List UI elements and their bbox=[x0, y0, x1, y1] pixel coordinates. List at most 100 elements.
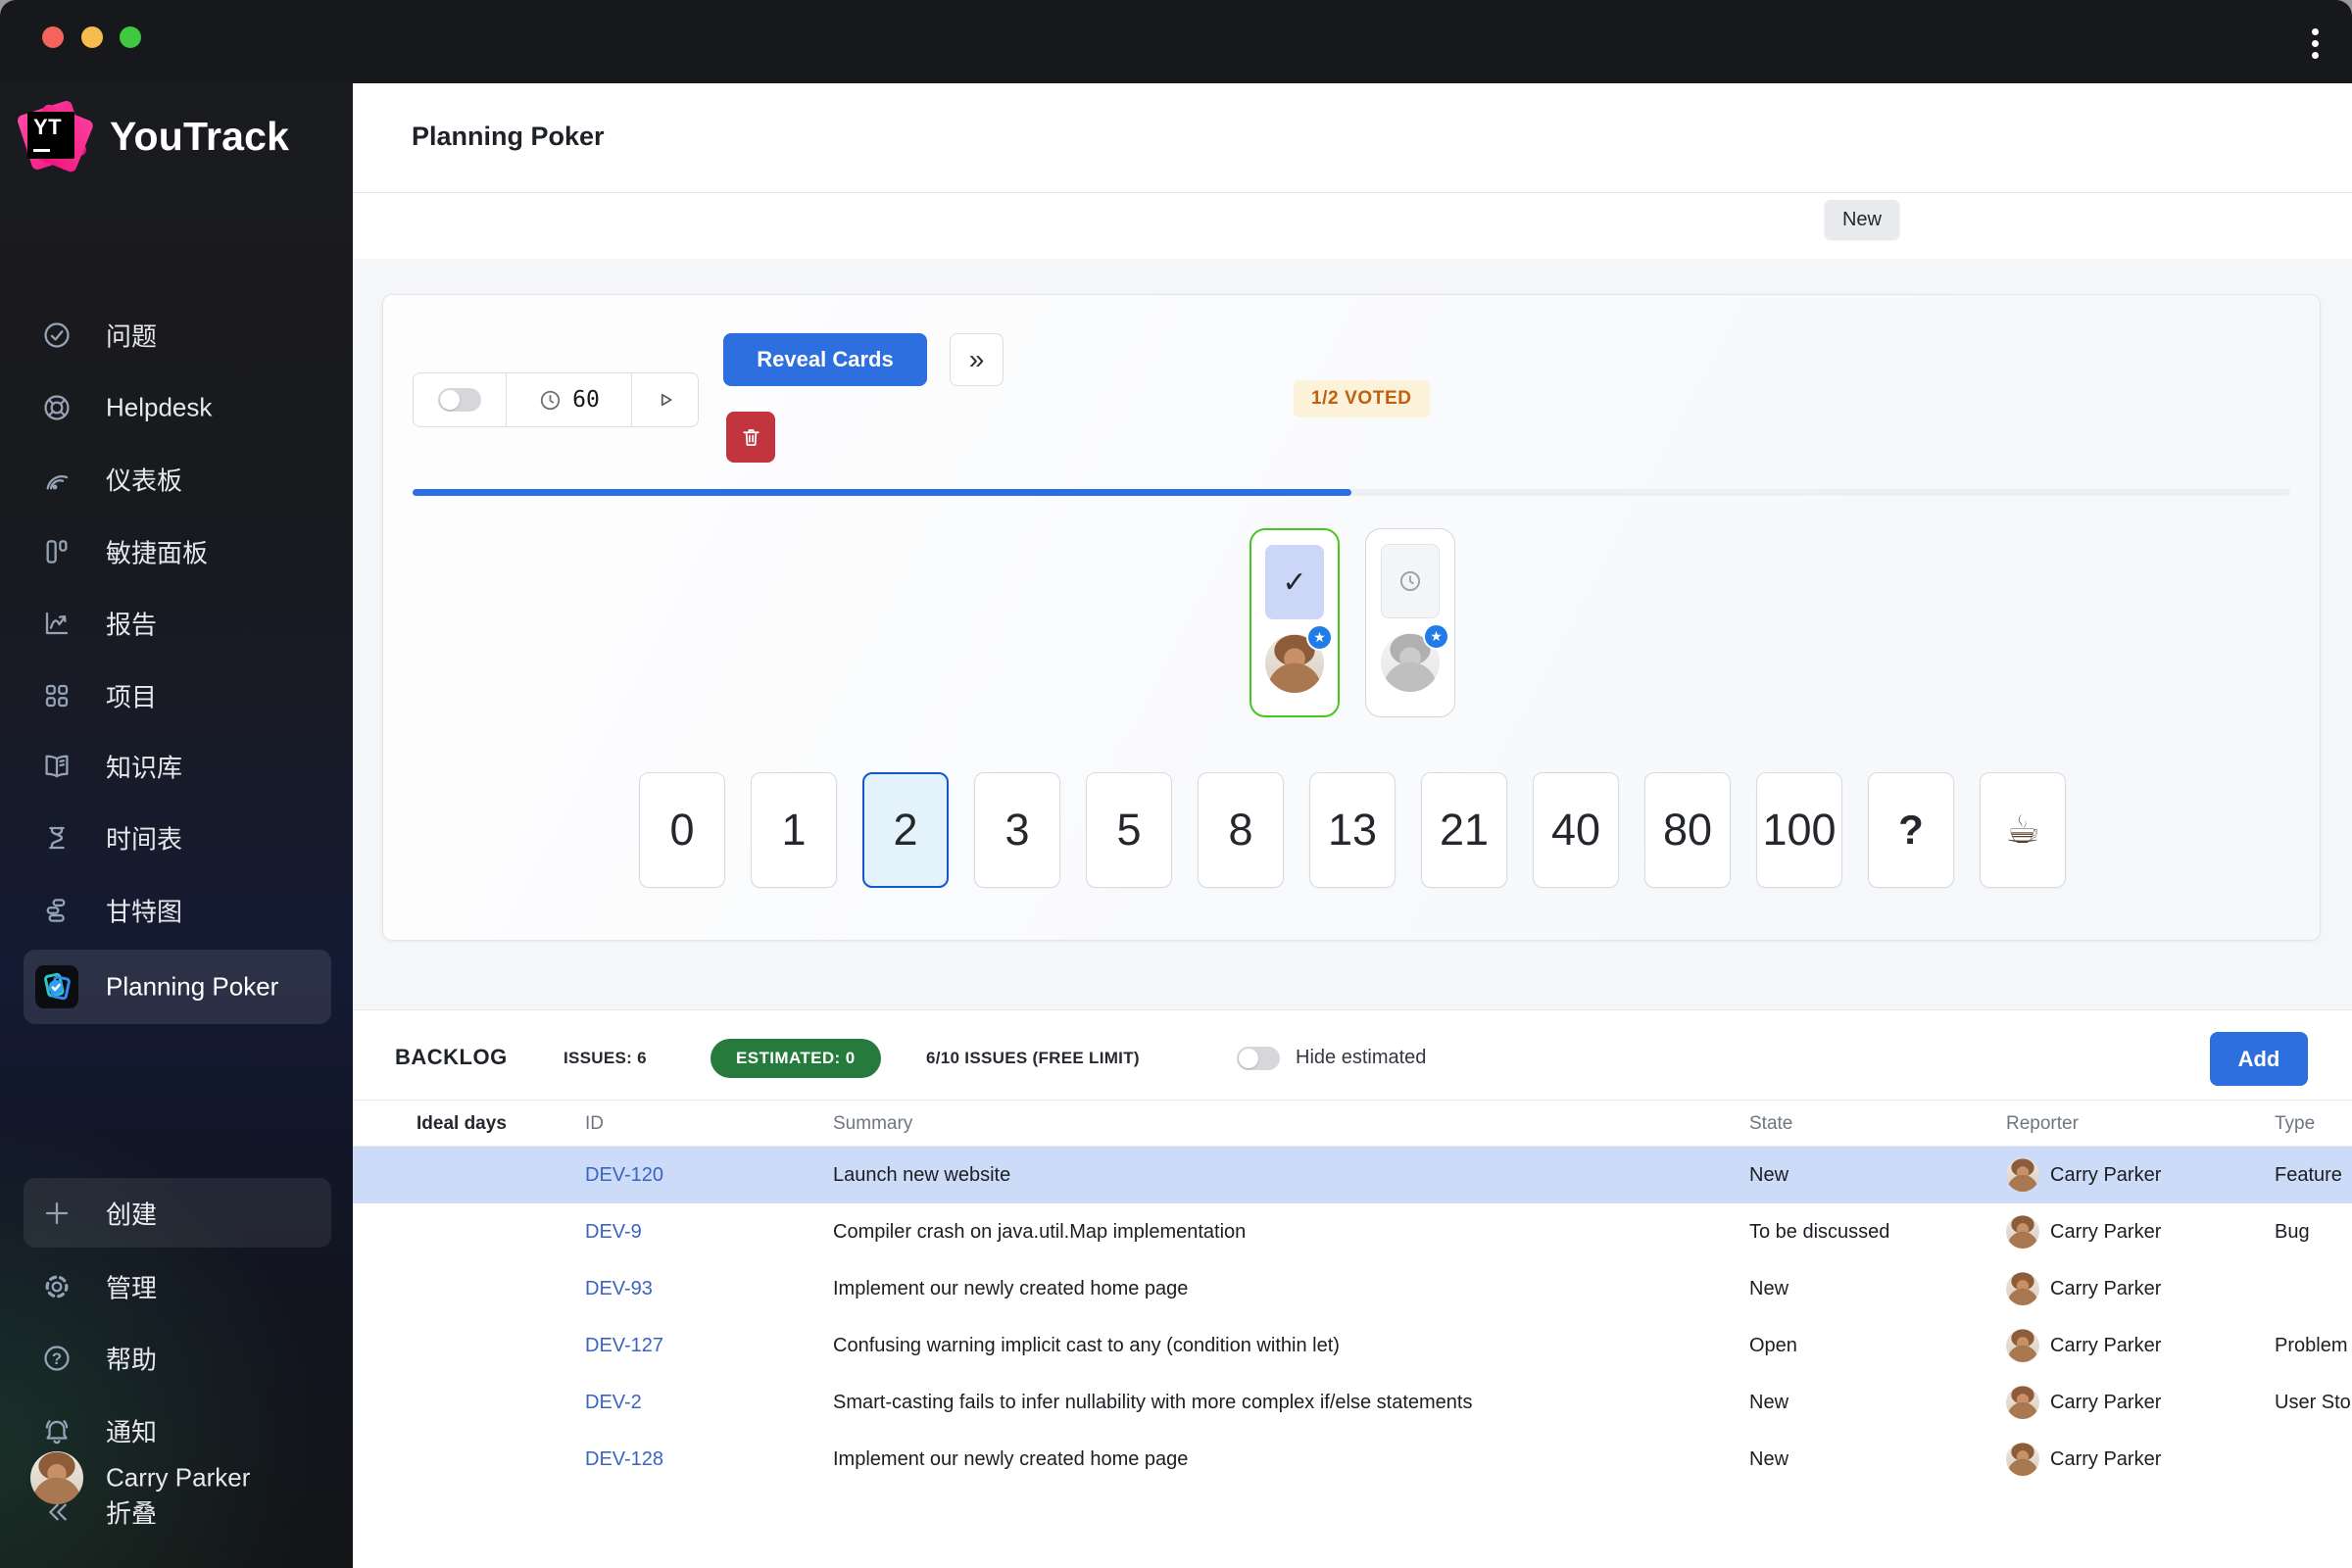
sidebar-item-label: 管理 bbox=[106, 1273, 158, 1303]
deck-card-21[interactable]: 21 bbox=[1421, 772, 1507, 888]
gantt-icon bbox=[46, 899, 66, 922]
create-label: 创建 bbox=[106, 1200, 158, 1229]
deck-card-100[interactable]: 100 bbox=[1756, 772, 1842, 888]
state-cell: To be discussed bbox=[1749, 1221, 1890, 1243]
reveal-cards-button[interactable]: Reveal Cards bbox=[723, 333, 927, 386]
sidebar: YT YouTrack 问题 Helpdesk 仪表板 敏捷面板 报告 项目 知… bbox=[0, 83, 353, 1568]
sidebar-item-helpdesk[interactable]: Helpdesk bbox=[0, 371, 353, 444]
deck-card-40[interactable]: 40 bbox=[1533, 772, 1619, 888]
backlog-row-DEV-9[interactable]: DEV-9 Compiler crash on java.util.Map imp… bbox=[353, 1203, 2352, 1260]
sidebar-item-agile-boards[interactable]: 敏捷面板 bbox=[0, 515, 353, 588]
trash-icon bbox=[742, 428, 760, 446]
issue-id-link[interactable]: DEV-120 bbox=[585, 1147, 663, 1203]
issue-id-link[interactable]: DEV-128 bbox=[585, 1431, 663, 1488]
youtrack-logo-icon: YT bbox=[16, 99, 95, 174]
deck-card-0[interactable]: 0 bbox=[639, 772, 725, 888]
free-limit-label: 6/10 ISSUES (FREE LIMIT) bbox=[926, 1049, 1140, 1067]
clock-icon bbox=[1399, 570, 1421, 592]
logo-glyph: YT bbox=[33, 115, 63, 139]
backlog-row-DEV-128[interactable]: DEV-128 Implement our newly created home … bbox=[353, 1431, 2352, 1488]
issue-id-link[interactable]: DEV-9 bbox=[585, 1203, 642, 1260]
backlog-divider bbox=[353, 1009, 2352, 1010]
deck-card-8[interactable]: 8 bbox=[1198, 772, 1284, 888]
deck-card-value: 1 bbox=[781, 805, 807, 855]
deck-card-5[interactable]: 5 bbox=[1086, 772, 1172, 888]
hide-estimated-toggle[interactable] bbox=[1237, 1047, 1280, 1070]
voting-progress-bar bbox=[413, 489, 2290, 496]
reporter-avatar bbox=[2006, 1158, 2039, 1192]
sidebar-item-timesheets[interactable]: 时间表 bbox=[0, 802, 353, 874]
issues-icon bbox=[44, 322, 70, 348]
timer-start-button[interactable] bbox=[631, 373, 698, 426]
collapse-sidebar-button[interactable]: 折叠 bbox=[0, 1476, 353, 1548]
sidebar-item-help[interactable]: ? 帮助 bbox=[0, 1322, 353, 1395]
sidebar-item-dashboards[interactable]: 仪表板 bbox=[0, 443, 353, 515]
deck-card-value: 40 bbox=[1550, 805, 1601, 855]
backlog-row-DEV-2[interactable]: DEV-2 Smart-casting fails to infer nullab… bbox=[353, 1374, 2352, 1431]
type-cell: User Story bbox=[2275, 1392, 2352, 1413]
delete-button[interactable] bbox=[726, 412, 775, 463]
sidebar-item-issues[interactable]: 问题 bbox=[0, 299, 353, 371]
backlog-row-DEV-120[interactable]: DEV-120 Launch new website New Carry Parker… bbox=[353, 1147, 2352, 1203]
close-window-button[interactable] bbox=[42, 26, 64, 48]
reporter-cell: Carry Parker bbox=[2050, 1221, 2162, 1243]
deck-card-3[interactable]: 3 bbox=[974, 772, 1060, 888]
backlog-row-DEV-93[interactable]: DEV-93 Implement our newly created home p… bbox=[353, 1260, 2352, 1317]
reporter-avatar bbox=[2006, 1329, 2039, 1362]
logo-text: YouTrack bbox=[110, 113, 290, 159]
timer-value-segment: 60 bbox=[506, 373, 631, 426]
state-cell: Open bbox=[1749, 1335, 1797, 1356]
plus-icon bbox=[45, 1201, 69, 1224]
youtrack-logo[interactable]: YT YouTrack bbox=[16, 98, 290, 174]
sidebar-item-label: 报告 bbox=[106, 610, 158, 640]
page-title: Planning Poker bbox=[412, 122, 605, 151]
deck-card-1[interactable]: 1 bbox=[751, 772, 837, 888]
reporter-cell: Carry Parker bbox=[2050, 1164, 2162, 1186]
vote-pending-card bbox=[1381, 544, 1440, 618]
projects-icon bbox=[45, 684, 69, 708]
backlog-row-DEV-127[interactable]: DEV-127 Confusing warning implicit cast t… bbox=[353, 1317, 2352, 1374]
issue-id-link[interactable]: DEV-93 bbox=[585, 1260, 653, 1317]
create-button[interactable]: 创建 bbox=[24, 1178, 331, 1248]
deck-card-value: 100 bbox=[1762, 805, 1837, 855]
issue-id-link[interactable]: DEV-2 bbox=[585, 1374, 642, 1431]
timesheets-icon bbox=[49, 826, 65, 850]
sidebar-item-admin[interactable]: 管理 bbox=[0, 1250, 353, 1323]
column-header-type: Type bbox=[2275, 1113, 2316, 1134]
sidebar-item-planning-poker[interactable]: Planning Poker bbox=[24, 950, 331, 1024]
sidebar-item-gantt-charts[interactable]: 甘特图 bbox=[0, 874, 353, 947]
sidebar-item-label: 甘特图 bbox=[106, 897, 183, 927]
summary-cell: Launch new website bbox=[833, 1164, 1011, 1186]
play-icon bbox=[661, 393, 672, 407]
deck-card-value: 80 bbox=[1662, 805, 1713, 855]
skip-button[interactable]: » bbox=[950, 333, 1004, 386]
issue-id-link[interactable]: DEV-127 bbox=[585, 1317, 663, 1374]
timer-toggle[interactable] bbox=[438, 388, 481, 412]
deck-card-80[interactable]: 80 bbox=[1644, 772, 1731, 888]
column-header-state: State bbox=[1749, 1113, 1793, 1134]
summary-cell: Confusing warning implicit cast to any (… bbox=[833, 1335, 1340, 1356]
dashboards-icon bbox=[46, 475, 69, 490]
deck-card-13[interactable]: 13 bbox=[1309, 772, 1396, 888]
sidebar-item-reports[interactable]: 报告 bbox=[0, 587, 353, 660]
timer-seconds-value[interactable]: 60 bbox=[572, 387, 600, 413]
zoom-window-button[interactable] bbox=[120, 26, 141, 48]
window-titlebar bbox=[0, 0, 2352, 83]
deck-card-☕[interactable]: ☕ bbox=[1980, 772, 2066, 888]
sidebar-item-projects[interactable]: 项目 bbox=[0, 660, 353, 732]
kebab-menu-icon[interactable] bbox=[2303, 22, 2327, 67]
deck-card-value: 3 bbox=[1004, 805, 1030, 855]
deck-card-2[interactable]: 2 bbox=[862, 772, 949, 888]
voted-status-badge: 1/2 VOTED bbox=[1294, 380, 1430, 417]
double-chevron-left-icon bbox=[49, 1503, 67, 1521]
deck-card-?[interactable]: ? bbox=[1868, 772, 1954, 888]
summary-cell: Implement our newly created home page bbox=[833, 1278, 1189, 1299]
state-cell: New bbox=[1749, 1164, 1789, 1186]
minimize-window-button[interactable] bbox=[81, 26, 103, 48]
add-issue-button[interactable]: Add bbox=[2210, 1032, 2308, 1086]
reporter-avatar bbox=[2006, 1443, 2039, 1476]
summary-cell: Implement our newly created home page bbox=[833, 1448, 1189, 1470]
sidebar-item-knowledge-base[interactable]: 知识库 bbox=[0, 730, 353, 803]
sidebar-item-label: 项目 bbox=[106, 682, 158, 712]
type-cell: Bug bbox=[2275, 1221, 2310, 1243]
